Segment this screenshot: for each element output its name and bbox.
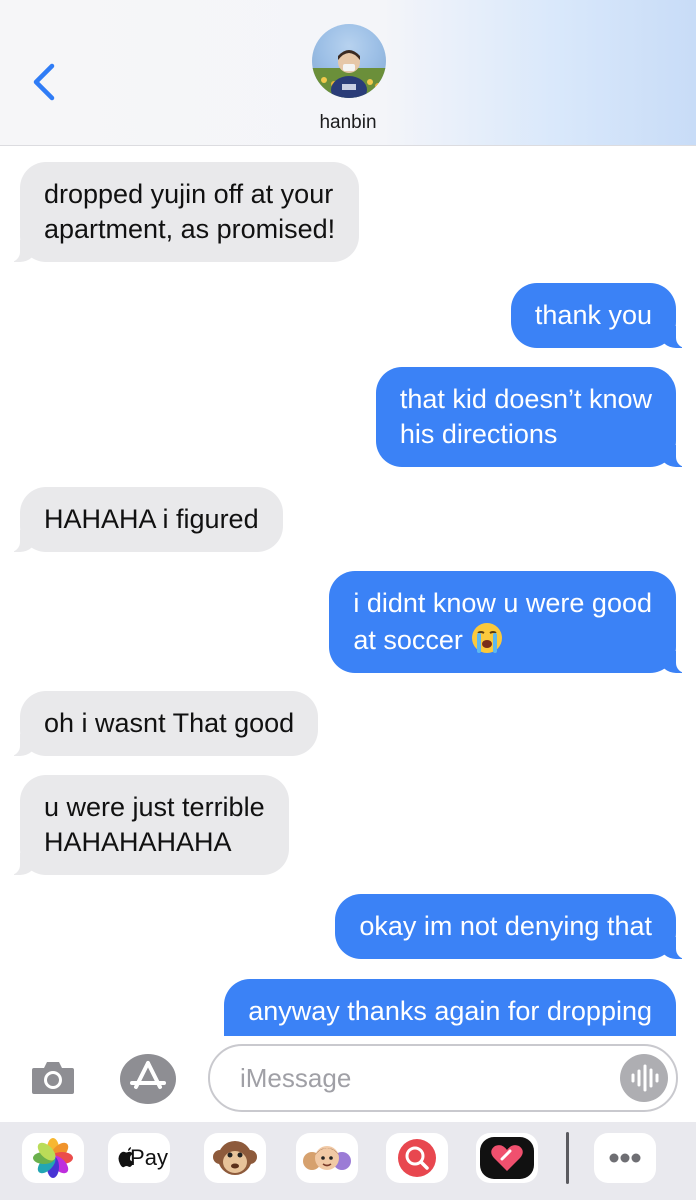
contact-name[interactable]: hanbin	[0, 112, 696, 134]
message-text: HAHAHAHAHA	[44, 827, 232, 857]
memoji-icon	[303, 1146, 351, 1170]
drawer-divider	[566, 1132, 569, 1184]
loudly-crying-emoji-icon	[472, 623, 503, 653]
camera-icon[interactable]	[30, 1058, 76, 1098]
memoji-app-button[interactable]	[296, 1133, 358, 1183]
message-input-placeholder: iMessage	[240, 1063, 352, 1093]
message-bubble-outgoing[interactable]: i didnt know u were good at soccer	[329, 571, 690, 673]
image-search-app-button[interactable]	[386, 1133, 448, 1183]
message-text: u were just terrible	[44, 792, 265, 822]
message-text: at soccer	[353, 625, 463, 655]
message-bubble-incoming[interactable]: u were just terrible HAHAHAHAHA	[6, 775, 289, 875]
message-text: apartment, as promised!	[44, 214, 336, 244]
message-text: that kid doesn’t know	[399, 384, 652, 414]
digital-touch-icon	[480, 1137, 534, 1179]
more-icon	[609, 1153, 641, 1163]
more-apps-button[interactable]	[594, 1133, 656, 1183]
message-text: thank you	[534, 300, 652, 330]
photos-icon	[33, 1138, 73, 1178]
message-text: oh i wasnt That good	[44, 708, 295, 738]
message-text: dropped yujin off at your	[44, 179, 334, 209]
digital-touch-app-button[interactable]	[476, 1133, 538, 1183]
message-text: okay im not denying that	[359, 911, 652, 941]
audio-message-button[interactable]	[620, 1054, 668, 1102]
photos-app-button[interactable]	[22, 1133, 84, 1183]
message-thread: dropped yujin off at your apartment, as …	[0, 146, 696, 1036]
message-bubble-outgoing[interactable]: okay im not denying that	[335, 894, 690, 959]
message-text: his directions	[399, 419, 558, 449]
apple-pay-label: Pay	[130, 1145, 168, 1170]
app-store-icon[interactable]	[118, 1053, 178, 1105]
apple-pay-button[interactable]: Pay	[108, 1133, 170, 1183]
monkey-emoji-icon	[213, 1141, 257, 1175]
message-bubble-outgoing[interactable]: thank you	[510, 283, 691, 348]
contact-avatar[interactable]	[312, 24, 386, 98]
message-bubble-incoming[interactable]: dropped yujin off at your apartment, as …	[5, 162, 360, 262]
message-bubble-outgoing[interactable]: that kid doesn’t know his directions	[375, 367, 691, 467]
message-input[interactable]: iMessage	[208, 1044, 678, 1112]
image-search-icon	[398, 1139, 436, 1177]
message-text: HAHAHA i figured	[44, 504, 259, 534]
message-bubble-incoming[interactable]: HAHAHA i figured	[6, 487, 283, 552]
message-text: i didnt know u were good	[353, 588, 652, 618]
waveform-icon	[631, 1064, 659, 1092]
message-bubble-outgoing[interactable]: anyway thanks again for dropping	[224, 979, 676, 1036]
animoji-app-button[interactable]	[204, 1133, 266, 1183]
back-chevron-icon[interactable]	[26, 60, 66, 104]
conversation-header: hanbin	[0, 0, 696, 146]
message-text: anyway thanks again for dropping	[248, 996, 652, 1026]
message-bubble-incoming[interactable]: oh i wasnt That good	[5, 691, 319, 756]
